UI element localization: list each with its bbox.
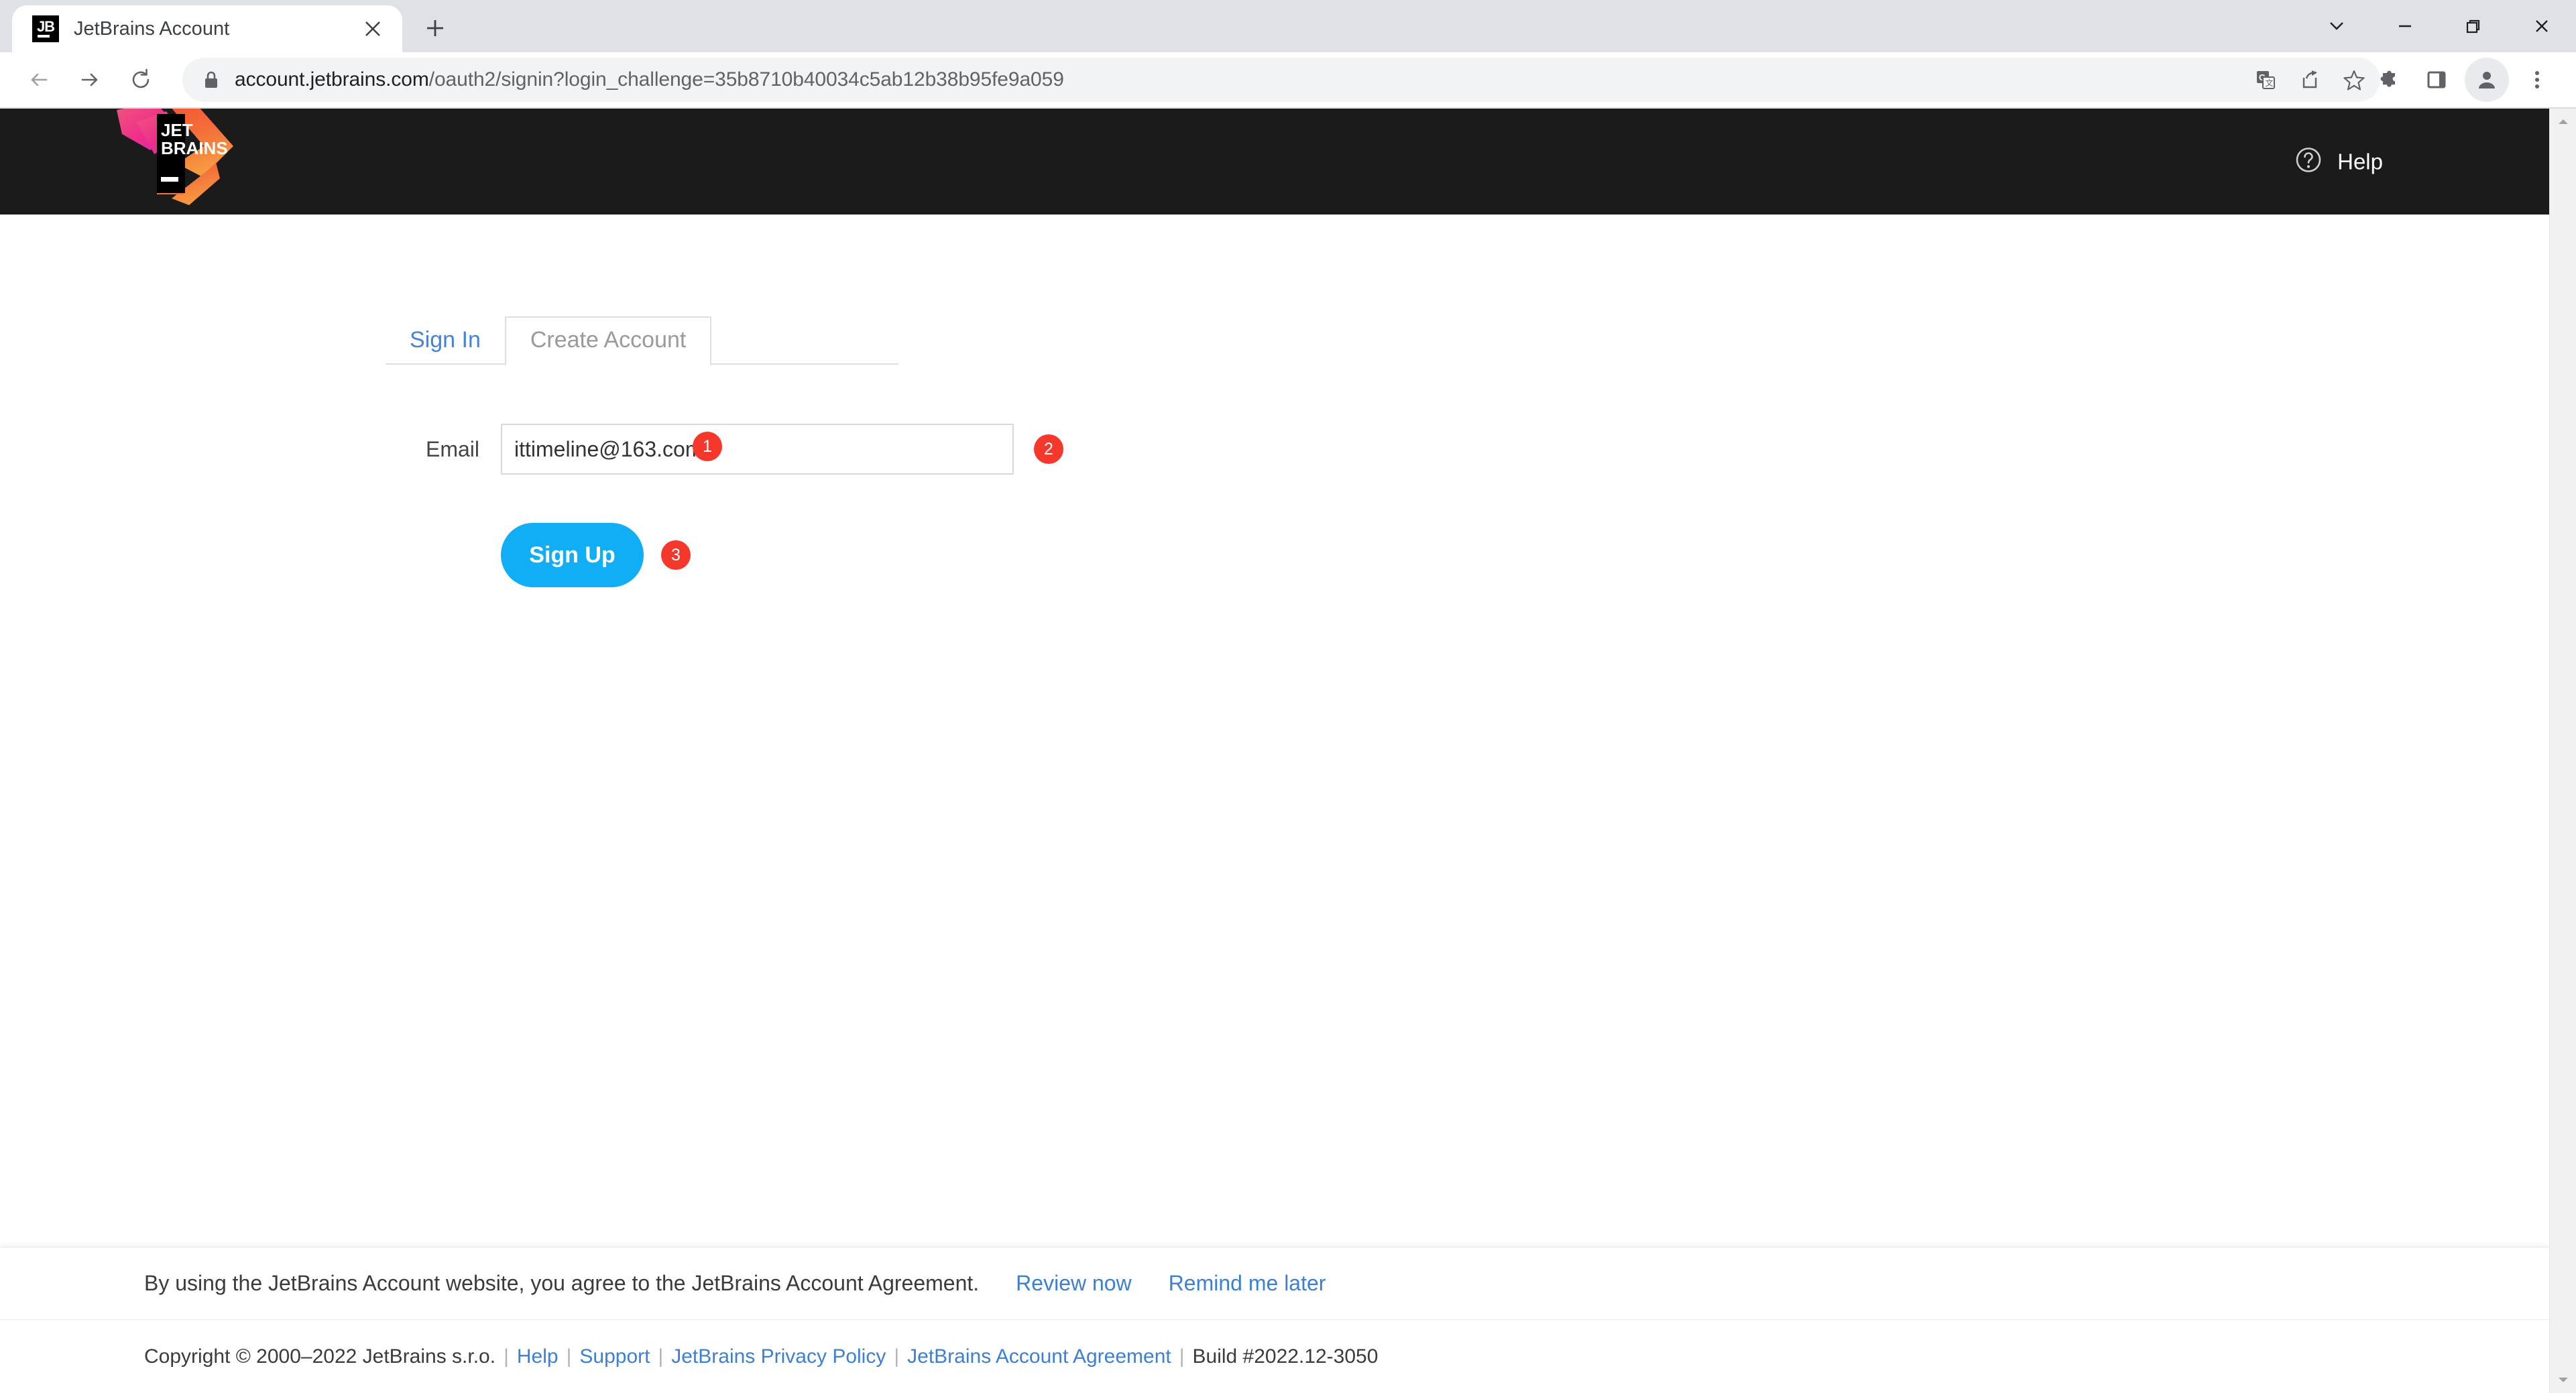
address-bar[interactable]: account.jetbrains.com/oauth2/signin?logi… bbox=[182, 58, 2355, 102]
copyright-text: Copyright © 2000–2022 JetBrains s.r.o. bbox=[144, 1345, 496, 1368]
lock-icon[interactable] bbox=[202, 70, 220, 90]
three-dot-menu-icon[interactable] bbox=[2513, 56, 2561, 104]
translate-icon[interactable]: G 文 bbox=[2243, 58, 2288, 102]
browser-tab[interactable]: JB JetBrains Account bbox=[12, 5, 402, 52]
chevron-down-icon bbox=[2559, 1378, 2568, 1382]
agreement-text: By using the JetBrains Account website, … bbox=[144, 1271, 980, 1295]
restore-icon bbox=[2466, 19, 2480, 34]
agreement-banner: By using the JetBrains Account website, … bbox=[0, 1247, 2549, 1319]
forward-button[interactable] bbox=[66, 56, 114, 104]
build-version: Build #2022.12-3050 bbox=[1192, 1345, 1379, 1368]
window-controls bbox=[2302, 0, 2576, 52]
tab-search-button[interactable] bbox=[2302, 0, 2371, 52]
help-label: Help bbox=[2337, 149, 2383, 174]
browser-window: JB JetBrains Account account.jetbrains.c… bbox=[0, 0, 2576, 1393]
reload-button[interactable] bbox=[117, 56, 165, 104]
scroll-up-arrow[interactable] bbox=[2550, 109, 2576, 135]
extension-actions bbox=[2364, 56, 2561, 104]
site-header: JET BRAINS Help bbox=[0, 109, 2549, 215]
jetbrains-logo[interactable]: JET BRAINS bbox=[102, 109, 256, 223]
form-tabs: Sign In Create Account bbox=[386, 310, 898, 366]
footer-separator: | bbox=[658, 1345, 664, 1368]
svg-text:文: 文 bbox=[2266, 78, 2274, 88]
arrow-right-icon bbox=[81, 73, 98, 86]
page-content: JET BRAINS Help Sign In Create Account 1… bbox=[0, 109, 2549, 1393]
footer-separator: | bbox=[894, 1345, 900, 1368]
profile-avatar-icon[interactable] bbox=[2465, 58, 2509, 102]
footer-link-help[interactable]: Help bbox=[517, 1345, 559, 1368]
browser-tabstrip: JB JetBrains Account bbox=[0, 0, 2576, 52]
page-scrollbar[interactable] bbox=[2549, 109, 2576, 1393]
chevron-down-icon bbox=[2330, 22, 2343, 30]
url-path: /oauth2/signin?login_challenge=35b8710b4… bbox=[428, 68, 1064, 90]
jetbrains-favicon: JB bbox=[32, 15, 59, 42]
tab-create-account[interactable]: Create Account bbox=[504, 316, 712, 366]
url-host: account.jetbrains.com bbox=[235, 68, 429, 90]
annotation-badge-3: 3 bbox=[661, 540, 691, 570]
bookmark-star-icon[interactable] bbox=[2332, 58, 2376, 102]
site-footer: Copyright © 2000–2022 JetBrains s.r.o. |… bbox=[0, 1319, 2549, 1393]
browser-toolbar: account.jetbrains.com/oauth2/signin?logi… bbox=[0, 52, 2576, 107]
tab-sign-in[interactable]: Sign In bbox=[386, 318, 505, 365]
scroll-down-arrow[interactable] bbox=[2550, 1366, 2576, 1393]
minimize-icon bbox=[2399, 25, 2411, 27]
url-text: account.jetbrains.com/oauth2/signin?logi… bbox=[235, 68, 1064, 91]
page-viewport: JET BRAINS Help Sign In Create Account 1… bbox=[0, 109, 2576, 1393]
question-circle-icon bbox=[2294, 146, 2323, 178]
annotation-badge-1: 1 bbox=[693, 432, 722, 461]
footer-link-account-agreement[interactable]: JetBrains Account Agreement bbox=[907, 1345, 1171, 1368]
chevron-up-icon bbox=[2559, 119, 2568, 124]
email-label: Email bbox=[425, 436, 479, 461]
review-now-link[interactable]: Review now bbox=[1016, 1271, 1132, 1296]
sign-up-button[interactable]: Sign Up bbox=[501, 523, 644, 587]
reload-icon bbox=[132, 68, 150, 88]
restore-button[interactable] bbox=[2439, 0, 2508, 52]
close-window-button[interactable] bbox=[2508, 0, 2576, 52]
signin-form: Sign In Create Account 1 Email 2 Sign Up… bbox=[0, 215, 2549, 587]
favicon-label: JB bbox=[36, 18, 55, 35]
footer-link-support[interactable]: Support bbox=[579, 1345, 650, 1368]
submit-row: Sign Up 3 bbox=[501, 523, 2549, 587]
omnibox-actions: G 文 bbox=[2239, 58, 2380, 102]
side-panel-icon[interactable] bbox=[2412, 56, 2461, 104]
plus-icon bbox=[427, 20, 443, 36]
svg-text:BRAINS: BRAINS bbox=[161, 138, 228, 158]
new-tab-button[interactable] bbox=[414, 7, 456, 49]
footer-separator: | bbox=[1179, 1345, 1185, 1368]
remind-me-later-link[interactable]: Remind me later bbox=[1169, 1271, 1326, 1296]
share-icon[interactable] bbox=[2288, 58, 2332, 102]
email-input[interactable] bbox=[501, 424, 1014, 475]
back-button[interactable] bbox=[15, 56, 63, 104]
close-icon[interactable] bbox=[358, 14, 388, 44]
svg-text:JET: JET bbox=[161, 120, 193, 140]
footer-link-privacy-policy[interactable]: JetBrains Privacy Policy bbox=[671, 1345, 886, 1368]
close-icon bbox=[2536, 20, 2548, 32]
annotation-badge-2: 2 bbox=[1034, 434, 1063, 464]
minimize-button[interactable] bbox=[2371, 0, 2439, 52]
favicon-underline bbox=[38, 35, 50, 38]
footer-separator: | bbox=[504, 1345, 509, 1368]
browser-tab-title: JetBrains Account bbox=[74, 17, 230, 40]
help-link[interactable]: Help bbox=[2294, 146, 2383, 178]
footer-separator: | bbox=[566, 1345, 572, 1368]
arrow-left-icon bbox=[31, 73, 48, 86]
